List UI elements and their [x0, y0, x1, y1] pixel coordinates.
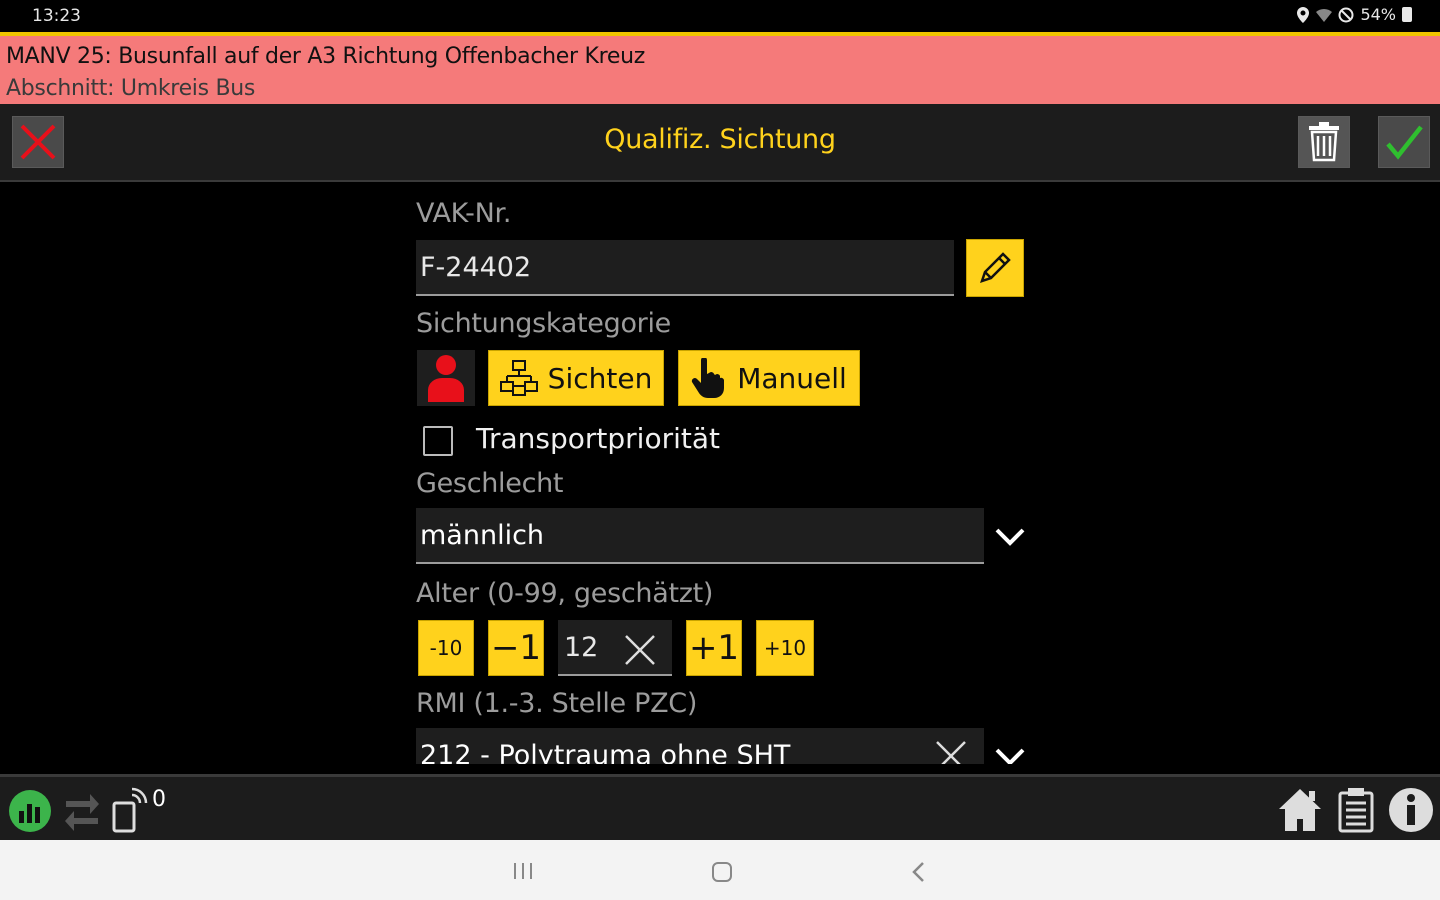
- clear-rmi-icon[interactable]: [935, 740, 967, 764]
- age-label: Alter (0-99, geschätzt): [416, 578, 714, 609]
- manuell-button[interactable]: Manuell: [678, 350, 860, 406]
- chevron-down-icon[interactable]: [994, 521, 1026, 553]
- rmi-select[interactable]: 212 - Polytrauma ohne SHT: [416, 728, 984, 764]
- hand-pointer-icon: [692, 358, 725, 398]
- page-title: Qualifiz. Sichtung: [604, 124, 836, 155]
- manuell-label: Manuell: [737, 361, 847, 395]
- clear-age-icon[interactable]: [624, 634, 656, 666]
- edit-vak-button[interactable]: [966, 239, 1024, 297]
- age-minus10-button[interactable]: -10: [418, 620, 474, 676]
- status-time: 13:23: [32, 6, 81, 26]
- incident-section: Abschnitt: Umkreis Bus: [6, 76, 256, 101]
- age-value: 12: [564, 632, 599, 663]
- wifi-icon: [1316, 8, 1333, 22]
- confirm-button[interactable]: [1378, 116, 1430, 168]
- device-count: 0: [152, 787, 166, 812]
- gender-select[interactable]: männlich: [416, 508, 984, 564]
- trash-icon: [1309, 122, 1339, 162]
- vak-label: VAK-Nr.: [416, 198, 512, 229]
- gender-label: Geschlecht: [416, 468, 564, 499]
- age-plus1-button[interactable]: +1: [686, 620, 742, 676]
- home-nav-icon[interactable]: [711, 861, 733, 883]
- rmi-chevron-down-icon[interactable]: [994, 741, 1026, 764]
- transport-priority-checkbox[interactable]: [423, 426, 453, 456]
- age-field[interactable]: 12: [558, 620, 672, 676]
- battery-percent: 54%: [1360, 5, 1396, 24]
- battery-icon: [1402, 7, 1412, 22]
- transport-priority-label: Transportpriorität: [476, 422, 720, 455]
- pencil-icon: [980, 252, 1011, 283]
- triage-category-indicator: [417, 350, 475, 406]
- category-label: Sichtungskategorie: [416, 308, 671, 339]
- status-icons: 54%: [1296, 5, 1412, 24]
- sync-arrows-icon[interactable]: [64, 791, 100, 831]
- age-plus10-button[interactable]: +10: [756, 620, 814, 676]
- document-list-icon[interactable]: [1338, 787, 1374, 833]
- incident-banner: MANV 25: Busunfall auf der A3 Richtung O…: [0, 32, 1440, 104]
- status-bar: 13:23 54%: [0, 0, 1440, 32]
- back-nav-icon[interactable]: [910, 861, 926, 883]
- person-red-icon: [428, 355, 464, 402]
- rmi-label: RMI (1.-3. Stelle PZC): [416, 688, 698, 719]
- delete-button[interactable]: [1298, 116, 1350, 168]
- checkmark-icon: [1386, 125, 1423, 160]
- hierarchy-icon: [499, 360, 538, 396]
- incident-title: MANV 25: Busunfall auf der A3 Richtung O…: [6, 44, 645, 69]
- toolbar: Qualifiz. Sichtung: [0, 104, 1440, 182]
- dnd-icon: [1338, 7, 1354, 22]
- bottom-bar: 0: [0, 774, 1440, 840]
- recent-apps-icon[interactable]: [512, 862, 534, 880]
- form-content: VAK-Nr. F-24402 Sichtungskategorie Sicht…: [0, 184, 1440, 764]
- info-icon[interactable]: [1388, 787, 1434, 833]
- location-icon: [1297, 6, 1310, 23]
- device-connection-icon[interactable]: [110, 787, 152, 833]
- system-nav-bar: [0, 840, 1440, 900]
- vak-field[interactable]: F-24402: [416, 240, 954, 296]
- sichten-label: Sichten: [547, 361, 653, 395]
- sichten-button[interactable]: Sichten: [488, 350, 664, 406]
- age-minus1-button[interactable]: −1: [488, 620, 544, 676]
- signal-status-icon[interactable]: [8, 789, 52, 833]
- home-icon[interactable]: [1277, 787, 1323, 833]
